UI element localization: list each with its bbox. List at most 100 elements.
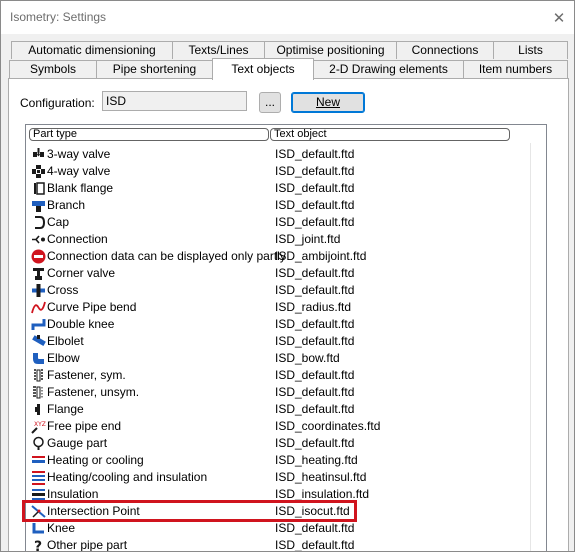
table-row[interactable]: Blank flange ISD_default.ftd bbox=[26, 180, 526, 197]
corner-valve-icon bbox=[31, 266, 46, 281]
three-way-valve-icon bbox=[31, 147, 46, 162]
table-row[interactable]: Cap ISD_default.ftd bbox=[26, 214, 526, 231]
browse-button[interactable]: ... bbox=[259, 92, 281, 113]
table-row[interactable]: ? Other pipe part ISD_default.ftd bbox=[26, 537, 526, 552]
svg-text:?: ? bbox=[34, 539, 42, 552]
configuration-label: Configuration: bbox=[20, 96, 95, 110]
tab-item-numbers[interactable]: Item numbers bbox=[463, 60, 568, 78]
text-object-cell: ISD_default.ftd bbox=[275, 538, 355, 552]
text-object-cell: ISD_default.ftd bbox=[275, 368, 355, 382]
intersection-point-icon bbox=[31, 504, 46, 519]
part-type-cell: Free pipe end bbox=[47, 419, 122, 433]
part-type-cell: Elbow bbox=[47, 351, 80, 365]
table-row[interactable]: Intersection Point ISD_isocut.ftd bbox=[26, 503, 526, 520]
table-row[interactable]: Branch ISD_default.ftd bbox=[26, 197, 526, 214]
fastener-sym-icon bbox=[31, 368, 46, 383]
text-object-cell: ISD_default.ftd bbox=[275, 164, 355, 178]
title-bar: Isometry: Settings ✕ bbox=[1, 1, 574, 34]
table-row[interactable]: Fastener, unsym. ISD_default.ftd bbox=[26, 384, 526, 401]
text-object-cell: ISD_isocut.ftd bbox=[275, 504, 350, 518]
tab-pipe-shortening[interactable]: Pipe shortening bbox=[96, 60, 213, 78]
text-object-cell: ISD_heating.ftd bbox=[275, 453, 358, 467]
column-header-text-object[interactable]: Text object bbox=[270, 128, 510, 141]
tab-automatic-dimensioning[interactable]: Automatic dimensioning bbox=[11, 41, 173, 59]
text-object-cell: ISD_default.ftd bbox=[275, 521, 355, 535]
part-type-cell: Cap bbox=[47, 215, 70, 229]
question-icon: ? bbox=[31, 538, 46, 552]
tab-connections[interactable]: Connections bbox=[396, 41, 494, 59]
table-row[interactable]: Double knee ISD_default.ftd bbox=[26, 316, 526, 333]
list-rows: 3-way valve ISD_default.ftd 4-way valve ISD… bbox=[26, 146, 526, 552]
flange-icon bbox=[31, 402, 46, 417]
table-row[interactable]: Cross ISD_default.ftd bbox=[26, 282, 526, 299]
blank-flange-icon bbox=[31, 181, 46, 196]
table-row[interactable]: Connection data can be displayed only pa… bbox=[26, 248, 526, 265]
part-type-cell: Fastener, sym. bbox=[47, 368, 126, 382]
text-object-cell: ISD_default.ftd bbox=[275, 283, 355, 297]
part-type-cell: Elbolet bbox=[47, 334, 84, 348]
part-type-cell: Heating or cooling bbox=[47, 453, 144, 467]
table-row[interactable]: Curve Pipe bend ISD_radius.ftd bbox=[26, 299, 526, 316]
table-row[interactable]: 3-way valve ISD_default.ftd bbox=[26, 146, 526, 163]
table-row[interactable]: Fastener, sym. ISD_default.ftd bbox=[26, 367, 526, 384]
table-row[interactable]: Heating/cooling and insulation ISD_heatin… bbox=[26, 469, 526, 486]
table-row[interactable]: XYZ Free pipe end ISD_coordinates.ftd bbox=[26, 418, 526, 435]
double-knee-icon bbox=[31, 317, 46, 332]
branch-icon bbox=[31, 198, 46, 213]
part-type-cell: Blank flange bbox=[47, 181, 114, 195]
part-type-cell: Intersection Point bbox=[47, 504, 140, 518]
part-type-cell: 4-way valve bbox=[47, 164, 111, 178]
insulation-icon bbox=[31, 487, 46, 502]
table-row[interactable]: Heating or cooling ISD_heating.ftd bbox=[26, 452, 526, 469]
table-row[interactable]: Corner valve ISD_default.ftd bbox=[26, 265, 526, 282]
table-row[interactable]: Insulation ISD_insulation.ftd bbox=[26, 486, 526, 503]
four-way-valve-icon bbox=[31, 164, 46, 179]
elbow-icon bbox=[31, 351, 46, 366]
cap-icon bbox=[31, 215, 46, 230]
vertical-scrollbar[interactable] bbox=[530, 143, 543, 551]
part-type-cell: Flange bbox=[47, 402, 84, 416]
part-type-cell: Connection bbox=[47, 232, 108, 246]
column-header-part-type[interactable]: Part type bbox=[29, 128, 269, 141]
part-type-cell: Gauge part bbox=[47, 436, 108, 450]
close-button[interactable]: ✕ bbox=[544, 1, 574, 34]
part-type-cell: Other pipe part bbox=[47, 538, 128, 552]
part-type-cell: Branch bbox=[47, 198, 86, 212]
text-object-cell: ISD_default.ftd bbox=[275, 436, 355, 450]
text-object-cell: ISD_default.ftd bbox=[275, 266, 355, 280]
table-row[interactable]: Flange ISD_default.ftd bbox=[26, 401, 526, 418]
connection-icon bbox=[31, 232, 46, 247]
text-object-cell: ISD_default.ftd bbox=[275, 317, 355, 331]
knee-icon bbox=[31, 521, 46, 536]
part-type-cell: Connection data can be displayed only pa… bbox=[47, 249, 286, 263]
tab-optimise-positioning[interactable]: Optimise positioning bbox=[264, 41, 397, 59]
table-row[interactable]: Knee ISD_default.ftd bbox=[26, 520, 526, 537]
settings-dialog: Isometry: Settings ✕ Automatic dimension… bbox=[0, 0, 575, 552]
text-object-cell: ISD_joint.ftd bbox=[275, 232, 341, 246]
part-type-cell: Insulation bbox=[47, 487, 99, 501]
part-type-cell: Curve Pipe bend bbox=[47, 300, 137, 314]
text-object-cell: ISD_coordinates.ftd bbox=[275, 419, 381, 433]
text-object-cell: ISD_default.ftd bbox=[275, 402, 355, 416]
tab-texts-lines[interactable]: Texts/Lines bbox=[172, 41, 265, 59]
heating-cooling-icon bbox=[31, 453, 46, 468]
part-type-cell: Heating/cooling and insulation bbox=[47, 470, 208, 484]
tab-2d-drawing-elements[interactable]: 2-D Drawing elements bbox=[313, 60, 464, 78]
tab-lists[interactable]: Lists bbox=[493, 41, 568, 59]
gauge-part-icon bbox=[31, 436, 46, 451]
text-object-cell: ISD_default.ftd bbox=[275, 215, 355, 229]
curve-pipe-bend-icon bbox=[31, 300, 46, 315]
configuration-field[interactable]: ISD bbox=[102, 91, 247, 111]
table-row[interactable]: Elbolet ISD_default.ftd bbox=[26, 333, 526, 350]
table-row[interactable]: 4-way valve ISD_default.ftd bbox=[26, 163, 526, 180]
tab-symbols[interactable]: Symbols bbox=[9, 60, 97, 78]
table-row[interactable]: Connection ISD_joint.ftd bbox=[26, 231, 526, 248]
heating-insulation-icon bbox=[31, 470, 46, 485]
table-row[interactable]: Elbow ISD_bow.ftd bbox=[26, 350, 526, 367]
part-type-list[interactable]: Part type Text object 3-way valve ISD_def… bbox=[25, 124, 547, 552]
table-row[interactable]: Gauge part ISD_default.ftd bbox=[26, 435, 526, 452]
elbolet-icon bbox=[31, 334, 46, 349]
new-button[interactable]: New bbox=[291, 92, 365, 113]
text-object-cell: ISD_default.ftd bbox=[275, 198, 355, 212]
tab-text-objects[interactable]: Text objects bbox=[212, 58, 314, 80]
